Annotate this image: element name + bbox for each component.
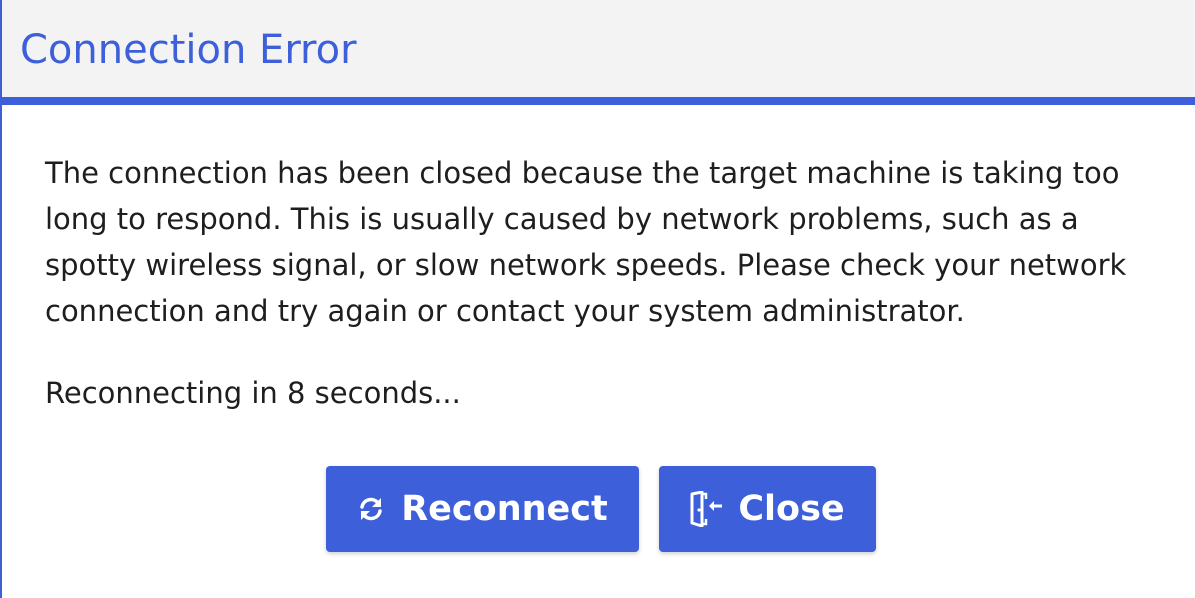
reconnect-countdown: Reconnecting in 8 seconds... — [45, 376, 461, 410]
dialog-title: Connection Error — [20, 27, 357, 73]
dialog-body: The connection has been closed because t… — [45, 150, 1175, 334]
close-button[interactable]: Close — [659, 466, 876, 552]
connection-error-dialog: Connection Error The connection has been… — [0, 0, 1195, 598]
reconnect-button[interactable]: Reconnect — [326, 466, 639, 552]
error-message: The connection has been closed because t… — [45, 156, 1127, 328]
refresh-icon — [357, 495, 385, 523]
reconnect-button-label: Reconnect — [401, 489, 608, 529]
exit-door-icon — [690, 491, 724, 527]
dialog-header: Connection Error — [2, 0, 1195, 105]
close-button-label: Close — [738, 489, 845, 529]
